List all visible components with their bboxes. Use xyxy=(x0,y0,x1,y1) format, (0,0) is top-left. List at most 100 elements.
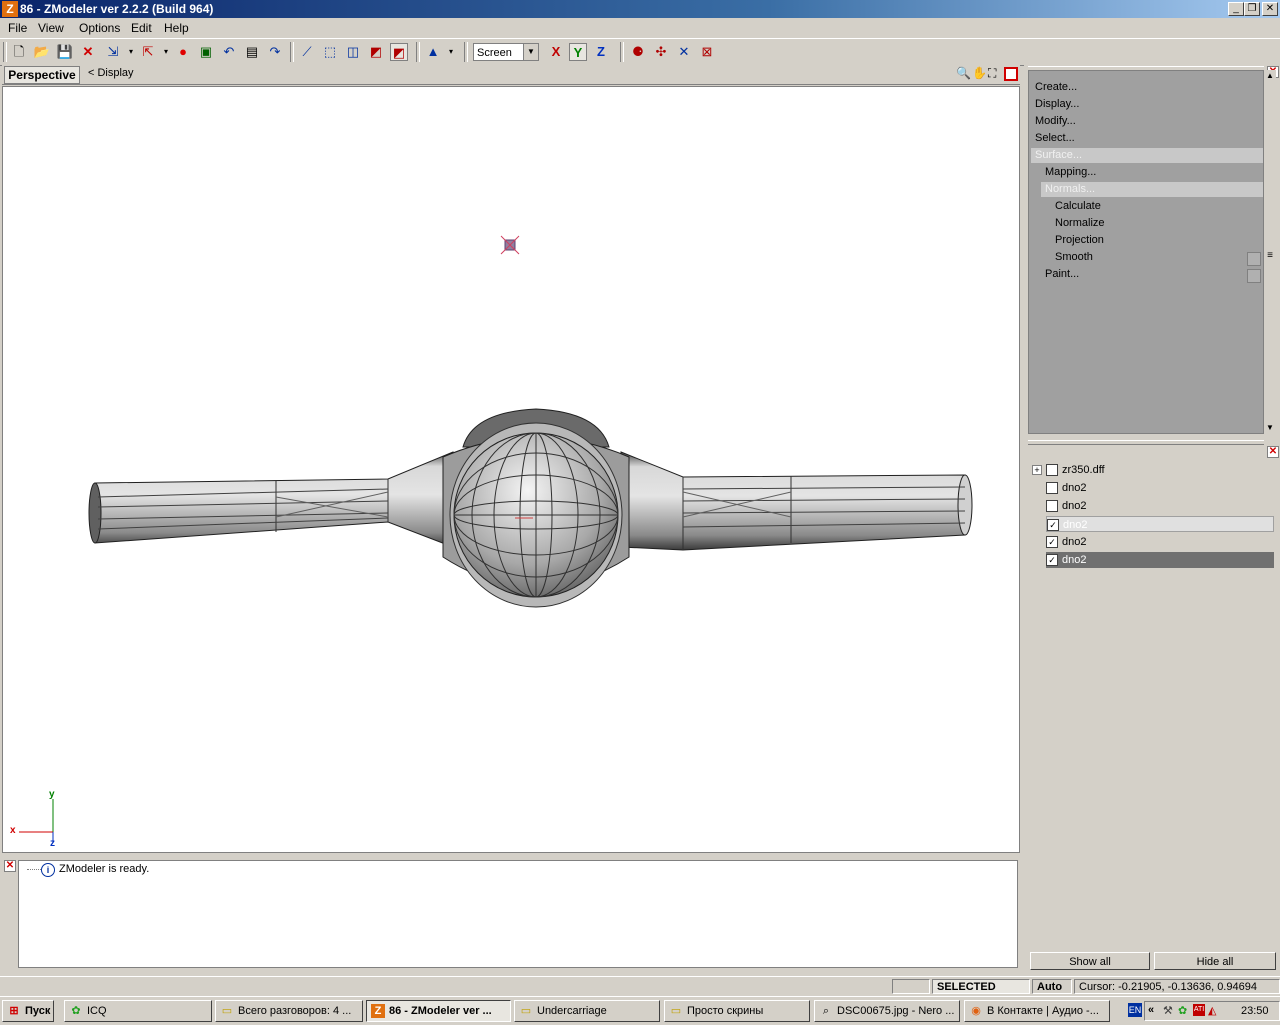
taskbar-item-icq[interactable]: ✿ ICQ xyxy=(64,1000,212,1022)
axis-z-toggle[interactable]: Z xyxy=(592,43,610,61)
taskbar-item-zmodeler[interactable]: Z 86 - ZModeler ver ... xyxy=(366,1000,511,1022)
ati-icon[interactable]: ATI xyxy=(1193,1004,1205,1016)
import-icon[interactable]: ⇲ xyxy=(104,43,122,61)
viewport-breadcrumb[interactable]: < Display xyxy=(88,67,134,79)
command-display[interactable]: Display... xyxy=(1035,98,1079,110)
start-button[interactable]: ⊞ Пуск xyxy=(2,1000,54,1022)
language-indicator[interactable]: EN xyxy=(1128,1003,1142,1017)
maximize-viewport-icon[interactable] xyxy=(1004,67,1018,81)
command-normals[interactable]: Normals... xyxy=(1041,182,1263,197)
edge-mode-icon[interactable]: ⬚ xyxy=(321,43,339,61)
render-icon[interactable]: ▣ xyxy=(197,43,215,61)
axis-y-toggle[interactable]: Y xyxy=(569,43,587,61)
viewport-tab-perspective[interactable]: Perspective xyxy=(4,66,80,84)
visibility-checkbox[interactable]: ✓ xyxy=(1046,536,1058,548)
dropdown-arrow-icon[interactable]: ▾ xyxy=(442,43,460,61)
object-row[interactable]: ✓ dno2 xyxy=(1046,516,1274,532)
maximize-button[interactable]: ❐ xyxy=(1244,2,1260,16)
zoom-icon[interactable]: 🔍 xyxy=(956,66,971,80)
axis-x-toggle[interactable]: X xyxy=(547,43,565,61)
scroll-grip-icon[interactable]: ≡ xyxy=(1265,250,1275,261)
transform-icon[interactable]: ✕ xyxy=(675,43,693,61)
status-auto[interactable]: Auto xyxy=(1032,979,1072,994)
chevron-down-icon: ▼ xyxy=(523,44,538,60)
coordinate-space-select[interactable]: Screen ▼ xyxy=(473,43,539,61)
undo-icon[interactable]: ↶ xyxy=(220,43,238,61)
delete-icon[interactable]: ✕ xyxy=(79,43,97,61)
command-normalize[interactable]: Normalize xyxy=(1055,217,1105,229)
pivot-icon[interactable]: ✣ xyxy=(652,43,670,61)
object-row[interactable]: ✓ dno2 xyxy=(1046,534,1274,550)
command-select[interactable]: Select... xyxy=(1035,132,1075,144)
open-folder-icon[interactable]: 📂 xyxy=(33,43,51,61)
smooth-options-box[interactable] xyxy=(1247,252,1261,266)
dropdown-arrow-icon[interactable]: ▾ xyxy=(122,43,140,61)
scroll-down-icon[interactable]: ▼ xyxy=(1264,422,1276,434)
command-surface[interactable]: Surface... xyxy=(1031,148,1263,163)
differential-sphere xyxy=(453,432,619,598)
object-row[interactable]: dno2 xyxy=(1046,480,1274,496)
taskbar-item-undercarriage[interactable]: ▭ Undercarriage xyxy=(514,1000,660,1022)
vertex-mode-icon[interactable]: ⟋ xyxy=(298,43,316,61)
icq-tray-icon[interactable]: ✿ xyxy=(1178,1004,1187,1017)
show-hidden-icons-chevron-icon[interactable]: « xyxy=(1148,1004,1154,1016)
visibility-checkbox[interactable]: ✓ xyxy=(1047,519,1059,531)
taskbar-item-firefox[interactable]: ◉ В Контакте | Аудио -... xyxy=(964,1000,1110,1022)
pan-hand-icon[interactable]: ✋ xyxy=(972,66,987,80)
paint-options-box[interactable] xyxy=(1247,269,1261,283)
task-label: 86 - ZModeler ver ... xyxy=(389,1005,492,1017)
command-projection[interactable]: Projection xyxy=(1055,234,1104,246)
command-modify[interactable]: Modify... xyxy=(1035,115,1076,127)
hide-all-button[interactable]: Hide all xyxy=(1154,952,1276,970)
minimize-button[interactable]: _ xyxy=(1228,2,1244,16)
scroll-up-icon[interactable]: ▲ xyxy=(1264,70,1276,82)
face-mode-icon[interactable]: ◫ xyxy=(344,43,362,61)
fit-view-icon[interactable]: ⛶ xyxy=(988,66,996,81)
visibility-checkbox[interactable]: ✓ xyxy=(1046,554,1058,566)
viewport-perspective[interactable]: y x z xyxy=(2,86,1020,853)
panel-grip[interactable] xyxy=(1028,440,1264,445)
object-row[interactable]: zr350.dff xyxy=(1046,462,1274,478)
taskbar-item-screenshots[interactable]: ▭ Просто скрины xyxy=(664,1000,810,1022)
object-row[interactable]: dno2 xyxy=(1046,498,1274,514)
command-calculate[interactable]: Calculate xyxy=(1055,200,1101,212)
grid-icon[interactable]: ⊠ xyxy=(698,43,716,61)
object-mode-icon[interactable]: ◩ xyxy=(367,43,385,61)
close-icon[interactable]: ✕ xyxy=(4,860,16,872)
selection-mode-icon[interactable]: ◩ xyxy=(390,43,408,61)
command-scrollbar[interactable]: ▲ ≡ ▼ xyxy=(1264,70,1276,434)
command-create[interactable]: Create... xyxy=(1035,81,1077,93)
title-bar: Z 86 - ZModeler ver 2.2.2 (Build 964) _ … xyxy=(0,0,1280,18)
command-smooth[interactable]: Smooth xyxy=(1055,251,1093,263)
task-label: В Контакте | Аудио -... xyxy=(987,1005,1099,1017)
taskbar-item-chats[interactable]: ▭ Всего разговоров: 4 ... xyxy=(215,1000,363,1022)
new-file-icon[interactable]: 🗋 xyxy=(10,43,28,61)
export-icon[interactable]: ⇱ xyxy=(139,43,157,61)
visibility-checkbox[interactable] xyxy=(1046,464,1058,476)
menu-edit[interactable]: Edit xyxy=(131,21,152,35)
menu-help[interactable]: Help xyxy=(164,21,189,35)
redo-icon[interactable]: ↷ xyxy=(266,43,284,61)
save-icon[interactable]: 💾 xyxy=(56,43,74,61)
dropdown-arrow-icon[interactable]: ▾ xyxy=(157,43,175,61)
expand-icon[interactable]: + xyxy=(1032,465,1042,475)
visibility-checkbox[interactable] xyxy=(1046,500,1058,512)
antivirus-icon[interactable]: ◭ xyxy=(1208,1004,1216,1017)
command-mapping[interactable]: Mapping... xyxy=(1045,166,1096,178)
network-icon[interactable]: ⚒ xyxy=(1163,1004,1173,1017)
close-icon[interactable]: ✕ xyxy=(1267,446,1279,458)
axis-marker-icon[interactable]: ▲ xyxy=(424,43,442,61)
command-paint[interactable]: Paint... xyxy=(1045,268,1079,280)
object-row-selected[interactable]: ✓ dno2 xyxy=(1046,552,1274,568)
properties-icon[interactable]: ▤ xyxy=(243,43,261,61)
menu-options[interactable]: Options xyxy=(79,21,120,35)
status-cursor: Cursor: -0.21905, -0.13636, 0.94694 xyxy=(1074,979,1280,994)
menu-view[interactable]: View xyxy=(38,21,64,35)
show-all-button[interactable]: Show all xyxy=(1030,952,1150,970)
taskbar-item-nero[interactable]: ⌕ DSC00675.jpg - Nero ... xyxy=(814,1000,960,1022)
record-icon[interactable]: ● xyxy=(174,43,192,61)
menu-file[interactable]: File xyxy=(8,21,27,35)
close-button[interactable]: ✕ xyxy=(1262,2,1278,16)
snap-icon[interactable]: ⚈ xyxy=(629,43,647,61)
visibility-checkbox[interactable] xyxy=(1046,482,1058,494)
